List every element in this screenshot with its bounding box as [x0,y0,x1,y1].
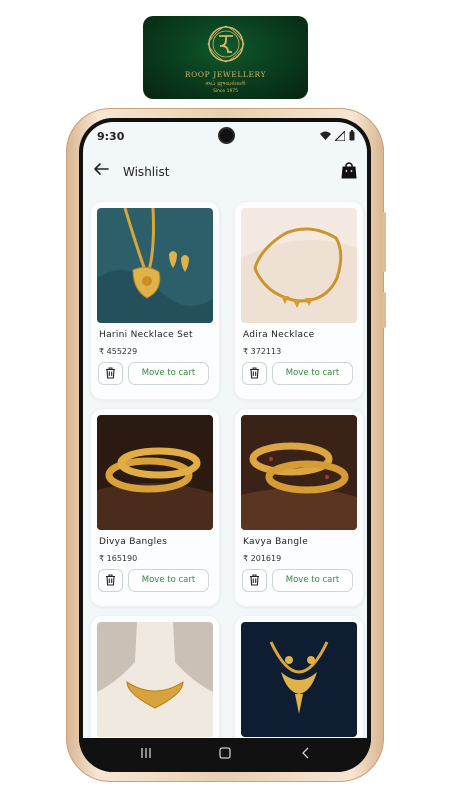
front-camera [220,129,233,142]
status-icons [320,130,355,141]
wishlist-card[interactable] [234,615,364,738]
product-price: ₹ 455229 [99,347,138,356]
product-name: Adira Necklace [243,330,315,340]
phone-screen: 9:30 Wishlist Harini Necklace Set ₹ 4552… [79,118,371,772]
product-name: Kavya Bangle [243,537,309,547]
shopping-bag-icon [341,162,357,179]
back-nav-icon[interactable] [299,746,313,760]
product-image[interactable] [97,208,213,323]
delete-button[interactable] [98,569,123,592]
logo-emblem-icon [207,25,244,63]
brand-logo: ROOP JEWELLERY ரூப் ஜுவல்லரி Since 1975 [143,16,308,99]
trash-icon [106,367,115,379]
move-to-cart-button[interactable]: Move to cart [272,362,353,385]
wishlist-card[interactable] [90,615,220,738]
page-title: Wishlist [123,165,170,179]
logo-brand-name: ROOP JEWELLERY [184,70,267,79]
back-button[interactable] [93,162,109,180]
wishlist-card[interactable]: Adira Necklace ₹ 372113 Move to cart [234,201,364,400]
trash-icon [250,574,259,586]
product-price: ₹ 201619 [243,554,282,563]
bag-button[interactable] [341,161,357,183]
product-name: Divya Bangles [99,537,168,547]
wishlist-card[interactable]: Harini Necklace Set ₹ 455229 Move to car… [90,201,220,400]
product-image[interactable] [241,622,357,737]
signal-icon [335,130,345,141]
home-icon[interactable] [218,746,232,760]
status-time: 9:30 [97,130,125,143]
product-name: Harini Necklace Set [99,330,193,340]
product-price: ₹ 372113 [243,347,282,356]
system-nav-bar [79,738,371,772]
logo-since: Since 1975 [212,89,239,94]
wifi-icon [320,131,331,140]
status-bar: 9:30 [83,122,367,150]
delete-button[interactable] [98,362,123,385]
battery-icon [349,130,355,141]
app-header: Wishlist [83,154,367,194]
move-to-cart-button[interactable]: Move to cart [272,569,353,592]
volume-button [382,212,386,272]
product-image[interactable] [97,622,213,737]
wishlist-card[interactable]: Divya Bangles ₹ 165190 Move to cart [90,408,220,607]
app-screen: 9:30 Wishlist Harini Necklace Set ₹ 4552… [83,122,367,738]
trash-icon [106,574,115,586]
product-image[interactable] [241,415,357,530]
arrow-left-icon [94,163,109,175]
power-button [382,292,386,328]
delete-button[interactable] [242,569,267,592]
move-to-cart-button[interactable]: Move to cart [128,362,209,385]
move-to-cart-button[interactable]: Move to cart [128,569,209,592]
recents-icon[interactable] [139,746,153,760]
delete-button[interactable] [242,362,267,385]
product-image[interactable] [97,415,213,530]
wishlist-card[interactable]: Kavya Bangle ₹ 201619 Move to cart [234,408,364,607]
product-price: ₹ 165190 [99,554,138,563]
logo-tamil-name: ரூப் ஜுவல்லரி [205,80,246,87]
product-image[interactable] [241,208,357,323]
trash-icon [250,367,259,379]
